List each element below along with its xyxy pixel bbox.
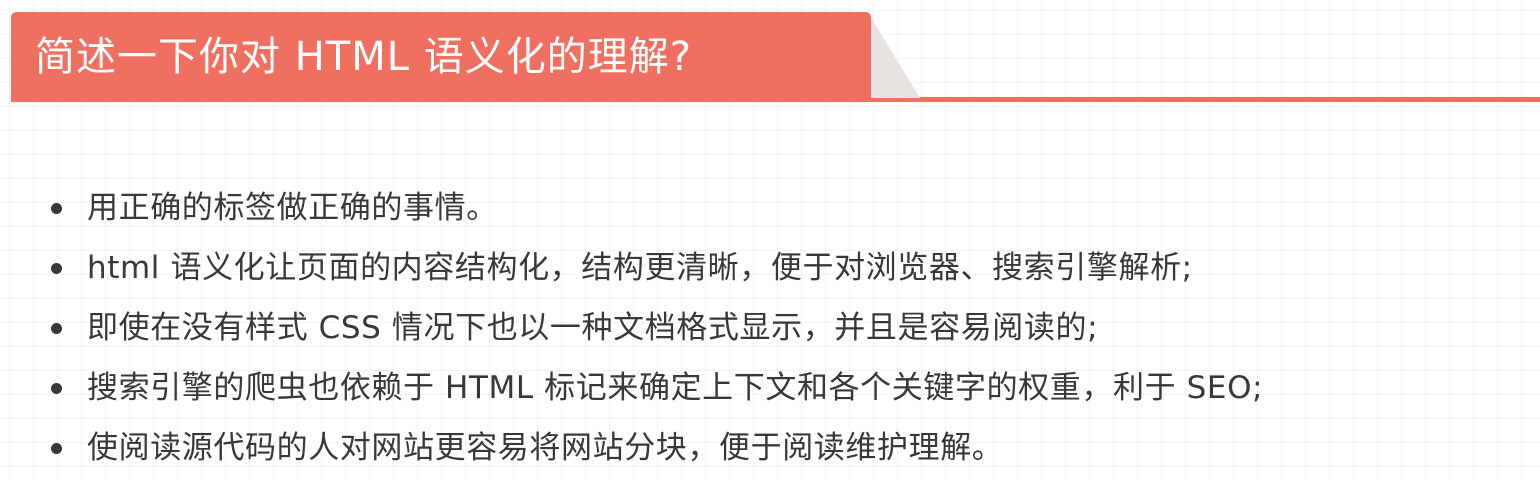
list-item: 即使在没有样式 CSS 情况下也以一种文档格式显示，并且是容易阅读的; <box>0 298 1540 358</box>
section-heading: 简述一下你对 HTML 语义化的理解? <box>0 0 1540 110</box>
bullet-dot-icon <box>51 383 62 394</box>
list-item: 使阅读源代码的人对网站更容易将网站分块，便于阅读维护理解。 <box>0 418 1540 478</box>
list-item-text: 即使在没有样式 CSS 情况下也以一种文档格式显示，并且是容易阅读的; <box>87 310 1099 346</box>
heading-fold-corner <box>870 16 920 98</box>
heading-banner: 简述一下你对 HTML 语义化的理解? <box>11 12 871 102</box>
list-item-text: html 语义化让页面的内容结构化，结构更清晰，便于对浏览器、搜索引擎解析; <box>87 250 1193 286</box>
bullet-dot-icon <box>51 323 62 334</box>
list-item-text: 使阅读源代码的人对网站更容易将网站分块，便于阅读维护理解。 <box>87 430 1004 466</box>
heading-title: 简述一下你对 HTML 语义化的理解? <box>35 34 692 80</box>
list-item-text: 搜索引擎的爬虫也依赖于 HTML 标记来确定上下文和各个关键字的权重，利于 SE… <box>87 370 1264 406</box>
list-item: 搜索引擎的爬虫也依赖于 HTML 标记来确定上下文和各个关键字的权重，利于 SE… <box>0 358 1540 418</box>
bullet-dot-icon <box>51 443 62 454</box>
list-item-text: 用正确的标签做正确的事情。 <box>87 190 498 226</box>
bullet-dot-icon <box>51 203 62 214</box>
bullet-list: 用正确的标签做正确的事情。 html 语义化让页面的内容结构化，结构更清晰，便于… <box>0 178 1540 478</box>
bullet-dot-icon <box>51 263 62 274</box>
list-item: 用正确的标签做正确的事情。 <box>0 178 1540 238</box>
heading-underline <box>870 97 1540 102</box>
list-item: html 语义化让页面的内容结构化，结构更清晰，便于对浏览器、搜索引擎解析; <box>0 238 1540 298</box>
